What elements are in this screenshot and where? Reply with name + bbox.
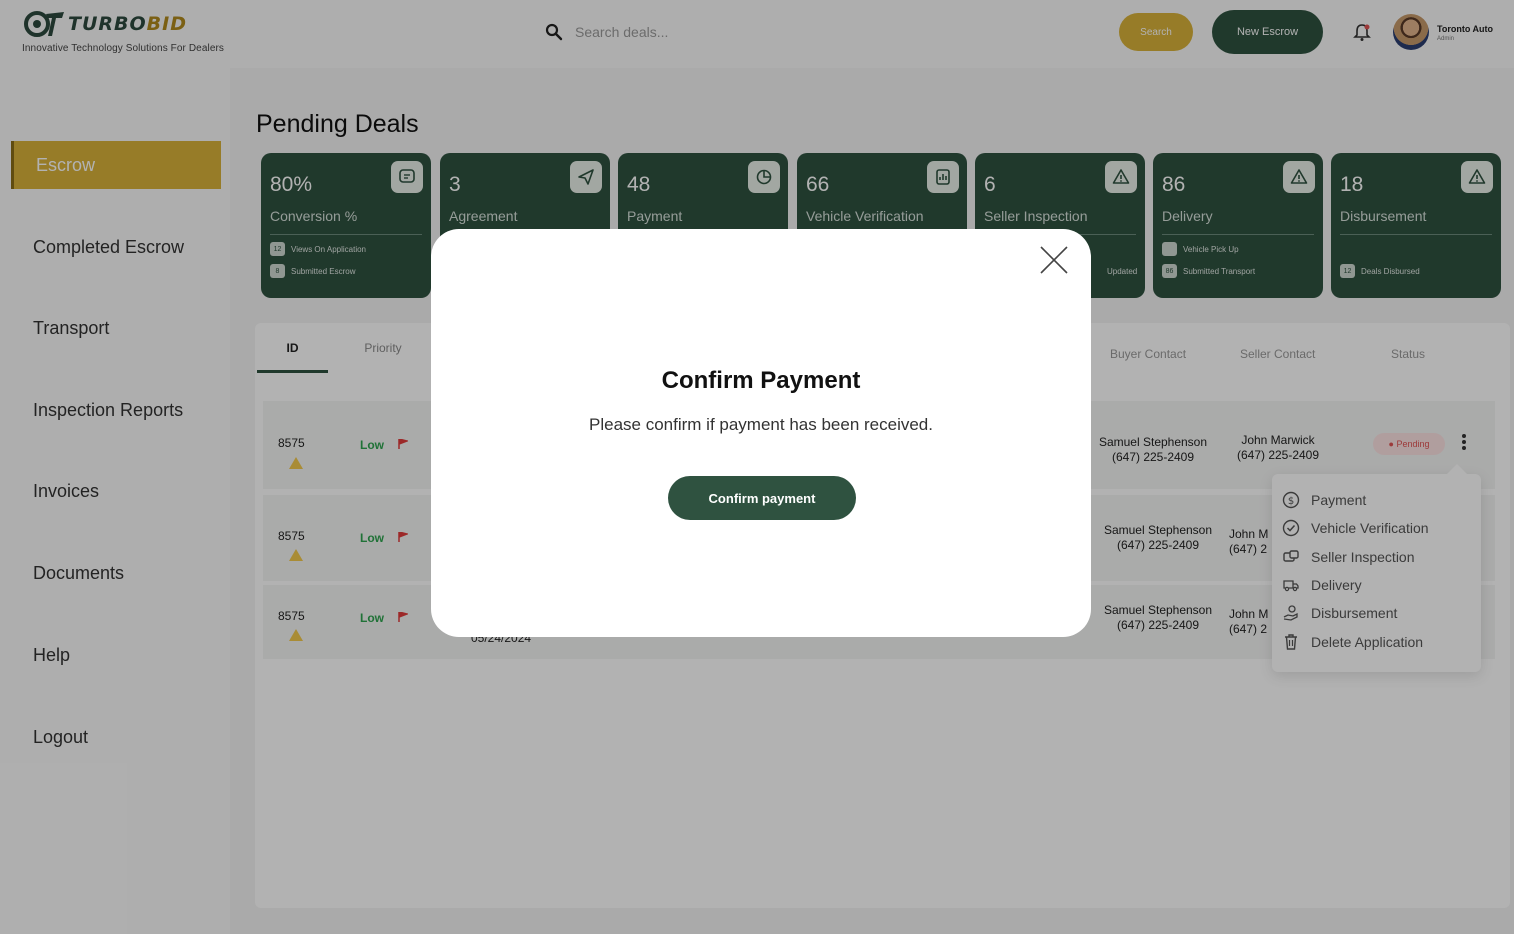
dialog-title: Confirm Payment — [661, 367, 861, 394]
confirm-payment-button[interactable]: Confirm payment — [668, 476, 856, 520]
dialog-message: Please confirm if payment has been recei… — [589, 415, 933, 434]
confirm-payment-dialog: Confirm Payment Please confirm if paymen… — [431, 229, 1091, 637]
close-icon[interactable] — [1038, 244, 1070, 276]
